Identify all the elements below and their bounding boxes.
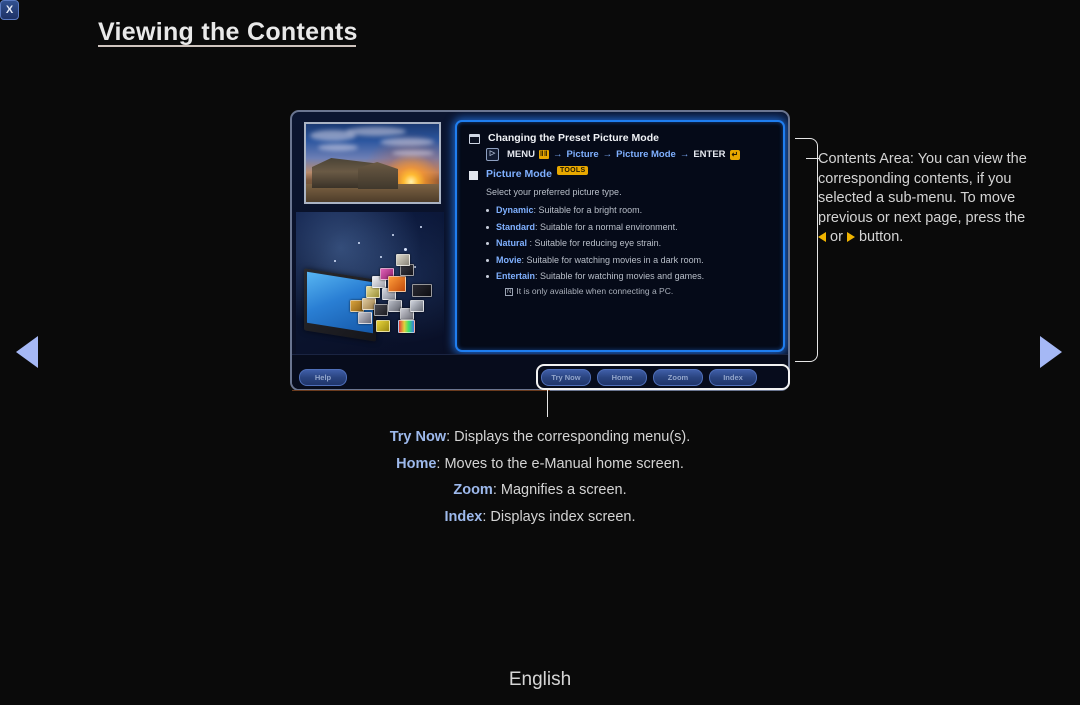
note-marker-icon: N xyxy=(505,287,514,296)
path-arrow-1: → xyxy=(552,149,563,160)
mode-desc: : Suitable for reducing eye strain. xyxy=(527,238,662,248)
sunset-barn-photo xyxy=(304,122,441,204)
legend-text: : Displays index screen. xyxy=(482,508,636,525)
list-item: Entertain: Suitable for watching movies … xyxy=(486,268,773,285)
contents-area-callout-bracket xyxy=(795,138,818,362)
app-icon xyxy=(410,300,424,312)
footer-language: English xyxy=(508,669,572,690)
path-arrow-3: → xyxy=(679,149,690,160)
picture-mode-list: Dynamic: Suitable for a bright room. Sta… xyxy=(467,202,773,285)
app-icon xyxy=(396,254,410,266)
app-icon xyxy=(358,312,372,324)
section-heading-row: Changing the Preset Picture Mode xyxy=(467,130,773,146)
page-title: Viewing the Contents xyxy=(98,18,358,46)
annotation-text-part1: Contents Area: You can view the correspo… xyxy=(818,151,1027,226)
section-title: Changing the Preset Picture Mode xyxy=(488,132,659,144)
legend-row: Zoom: Magnifies a screen. xyxy=(300,477,780,504)
list-item: Dynamic: Suitable for a bright room. xyxy=(486,202,773,219)
mode-name: Movie xyxy=(496,254,522,265)
app-icon xyxy=(374,304,388,316)
tv-apps-illustration xyxy=(296,212,444,355)
help-bar-divider xyxy=(292,390,550,391)
solid-square-marker-icon xyxy=(469,171,478,180)
enter-label: ENTER xyxy=(693,149,726,160)
right-arrow-glyph-icon xyxy=(846,232,855,242)
list-item: Movie: Suitable for watching movies in a… xyxy=(486,252,773,269)
contents-area[interactable]: Changing the Preset Picture Mode ▷ MENU ‖… xyxy=(455,120,785,352)
app-icon xyxy=(412,284,432,297)
app-icon xyxy=(376,320,390,332)
pc-note: N It is only available when connecting a … xyxy=(505,286,773,296)
mode-name: Standard xyxy=(496,221,536,232)
mode-name: Natural xyxy=(496,238,528,248)
menu-path-breadcrumb: ▷ MENU ‖‖ → Picture → Picture Mode → ENTE… xyxy=(486,148,773,161)
mode-desc: : Suitable for a bright room. xyxy=(533,205,643,215)
note-text: It is only available when connecting a P… xyxy=(516,285,674,296)
legend-text: : Magnifies a screen. xyxy=(492,482,627,498)
sub-section-heading-row: Picture Mode TOOLS xyxy=(467,166,773,183)
legend-row: Index: Displays index screen. xyxy=(300,504,780,531)
menu-badge-icon: ‖‖ xyxy=(538,150,549,159)
annotation-or: or xyxy=(826,229,847,245)
lead-text: Select your preferred picture type. xyxy=(486,187,622,197)
next-page-arrow-icon[interactable] xyxy=(1040,336,1062,368)
menu-label: MENU xyxy=(507,149,535,160)
legend-text: : Displays the corresponding menu(s). xyxy=(446,429,691,445)
legend-key: Home xyxy=(396,455,437,472)
left-arrow-glyph-icon xyxy=(818,232,826,242)
button-legend: Try Now: Displays the corresponding menu… xyxy=(300,424,780,530)
mode-desc: : Suitable for a normal environment. xyxy=(535,221,678,232)
legend-key: Try Now xyxy=(389,429,447,445)
path-step-picture: Picture xyxy=(566,149,599,160)
emanual-left-column xyxy=(292,112,447,359)
path-step-picture-mode: Picture Mode xyxy=(616,149,676,160)
mode-desc: : Suitable for watching movies and games… xyxy=(535,271,705,281)
mode-desc: : Suitable for watching movies in a dark… xyxy=(521,254,704,265)
mode-name: Dynamic xyxy=(496,205,534,215)
legend-row: Home: Moves to the e-Manual home screen. xyxy=(300,451,780,478)
app-icon xyxy=(398,320,415,333)
previous-page-arrow-icon[interactable] xyxy=(16,336,38,368)
annotation-text-part2: button. xyxy=(854,229,904,245)
list-item: Standard: Suitable for a normal environm… xyxy=(486,219,773,236)
emanual-window: Changing the Preset Picture Mode ▷ MENU ‖… xyxy=(290,110,790,391)
app-icon xyxy=(388,276,406,292)
sub-section-title: Picture Mode xyxy=(486,168,552,180)
buttons-callout-outline xyxy=(536,364,790,390)
enter-badge-icon: ↵ xyxy=(729,149,741,160)
tools-badge-icon: TOOLS xyxy=(556,166,589,175)
list-item: Natural : Suitable for reducing eye stra… xyxy=(486,235,773,252)
title-underline-divider xyxy=(98,45,356,47)
mode-name: Entertain xyxy=(496,271,536,281)
path-arrow-2: → xyxy=(602,149,613,160)
buttons-callout-leader-line xyxy=(547,390,548,417)
help-button[interactable]: Help xyxy=(299,369,347,386)
contents-area-annotation: Contents Area: You can view the correspo… xyxy=(818,150,1034,248)
close-button[interactable]: X xyxy=(0,0,19,20)
legend-key: Zoom xyxy=(453,482,493,498)
legend-row: Try Now: Displays the corresponding menu… xyxy=(300,424,780,451)
remote-button-icon: ▷ xyxy=(486,148,499,161)
legend-key: Index xyxy=(444,508,483,525)
hollow-square-marker-icon xyxy=(469,134,480,144)
legend-text: : Moves to the e-Manual home screen. xyxy=(436,455,684,472)
